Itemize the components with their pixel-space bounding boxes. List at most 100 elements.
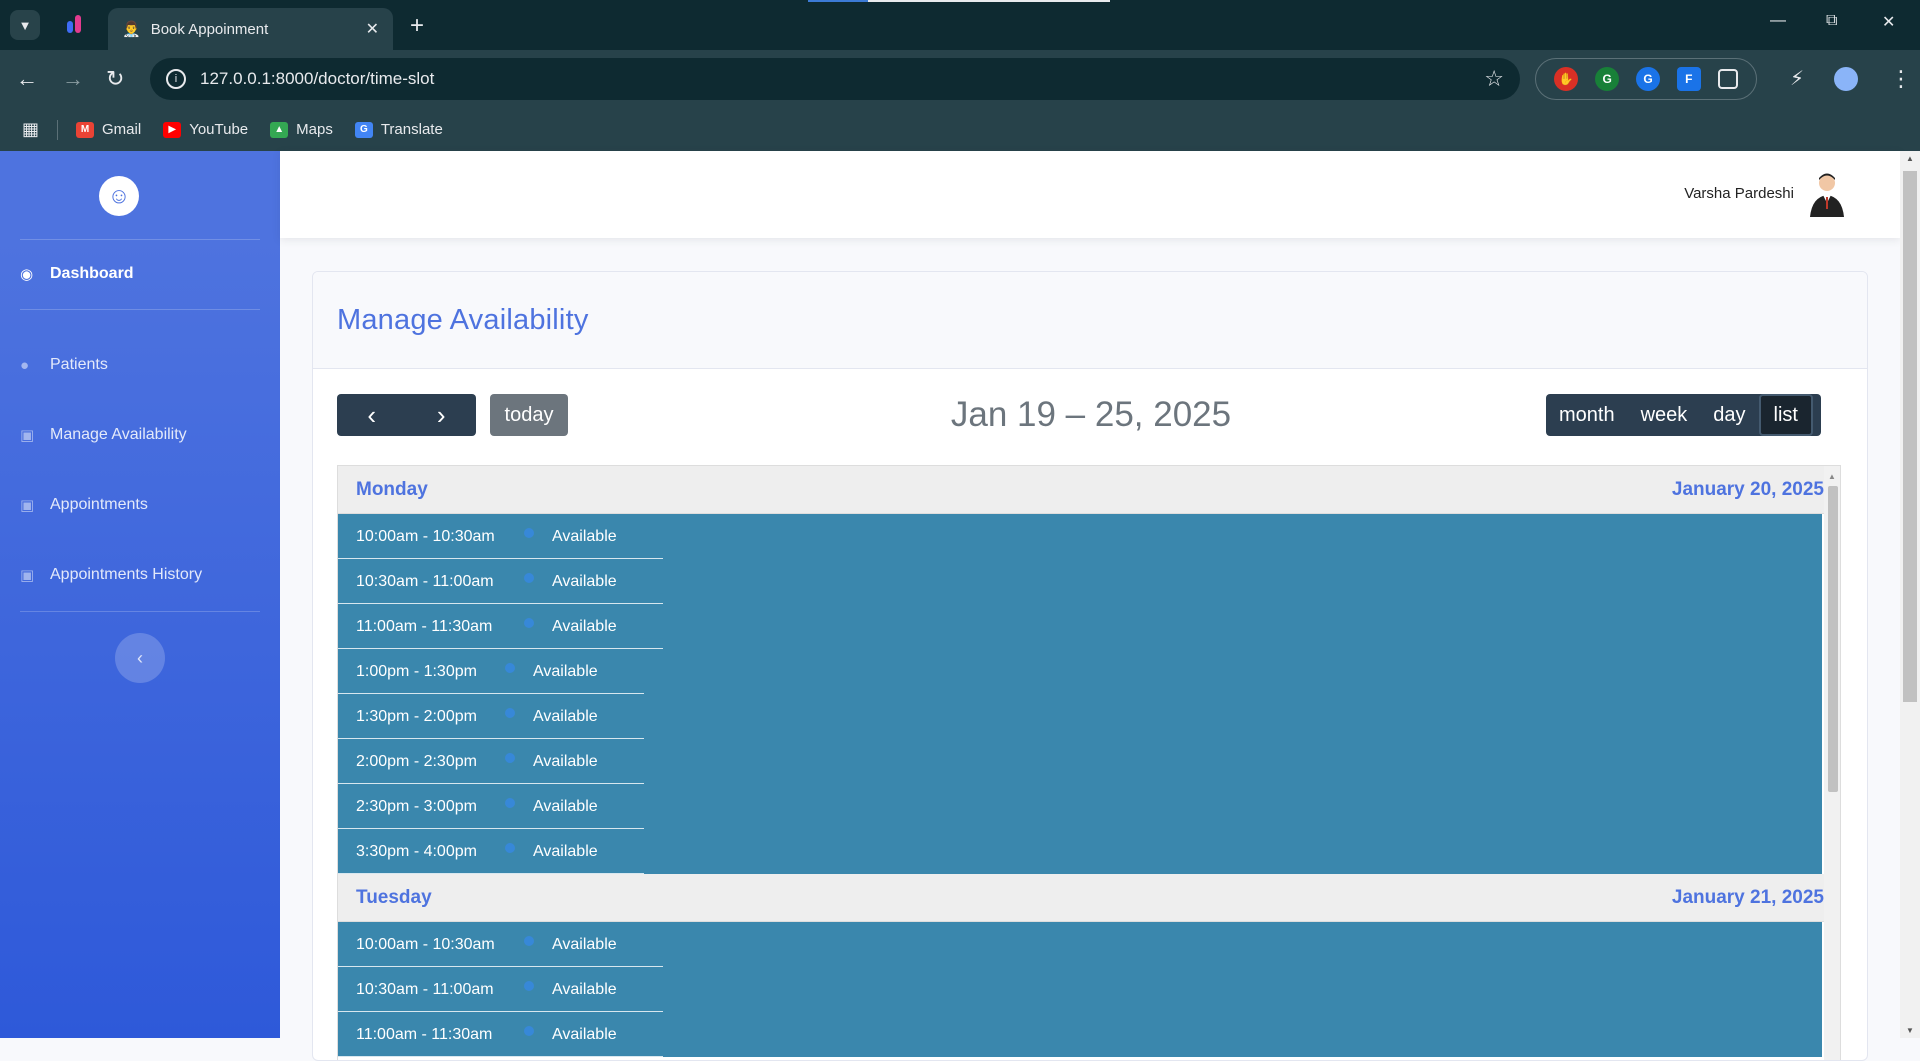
scroll-up-icon[interactable]: ▲ [1906,154,1914,163]
time-slot[interactable]: 1:30pm - 2:00pm Available [338,694,1822,739]
sidebar-divider [20,309,260,310]
time-slot[interactable]: 2:00pm - 2:30pm Available [338,739,1822,784]
sidebar-item-dashboard[interactable]: ◉ Dashboard [20,265,134,283]
slot-list-monday: 10:00am - 10:30am Available 10:30am - 11… [338,514,1822,874]
bookmark-label: Maps [296,121,333,138]
time-slot[interactable]: 1:00pm - 1:30pm Available [338,649,1822,694]
event-dot-icon [524,572,534,583]
calendar-icon: ▣ [20,567,35,584]
time-slot[interactable]: 10:00am - 10:30am Available [338,514,1822,559]
slot-time: 2:30pm - 3:00pm [356,797,477,815]
bookmark-translate[interactable]: G Translate [354,121,443,138]
time-slot[interactable]: 11:00am - 11:30am Available [338,1012,1822,1057]
scroll-up-icon[interactable]: ▲ [1828,472,1836,481]
time-slot[interactable]: 10:00am - 10:30am Available [338,922,1822,967]
time-slot[interactable]: 11:00am - 11:30am Available [338,604,1822,649]
browser-menu-icon[interactable]: ⋮ [1890,66,1912,92]
scroll-down-icon[interactable]: ▼ [1906,1026,1914,1035]
minimize-icon[interactable]: — [1770,12,1786,30]
time-slot[interactable]: 10:30am - 11:00am Available [338,559,1822,604]
day-header-tuesday: Tuesday January 21, 2025 [338,874,1840,922]
slot-status: Available [552,1025,617,1043]
forward-icon[interactable]: → [62,66,84,92]
tab-title: Book Appoinment [150,20,269,38]
slot-status: Available [533,842,598,860]
slot-status: Available [552,935,617,953]
slot-time: 10:00am - 10:30am [356,527,495,545]
reload-icon[interactable]: ↻ [106,66,124,92]
sidebar-item-label: Patients [50,356,108,373]
bookmarks-separator [57,119,59,140]
apps-grid-icon[interactable]: ▦ [22,119,39,140]
bookmark-star-icon[interactable]: ☆ [1484,66,1504,92]
close-window-icon[interactable]: ✕ [1882,12,1895,32]
back-icon[interactable]: ← [16,66,38,92]
page-scrollbar[interactable]: ▲ ▼ [1900,151,1920,1038]
profile-avatar-icon[interactable] [1834,67,1858,91]
address-bar[interactable]: i 127.0.0.1:8000/doctor/time-slot ☆ [150,58,1520,100]
chevron-left-icon: ‹ [137,647,143,668]
youtube-icon: ▶ [163,121,182,138]
brand-logo-icon[interactable]: ☺ [99,176,139,216]
calendar-toolbar: Jan 19 – 25, 2025 ‹ › today month week d… [337,394,1845,436]
slot-list-tuesday: 10:00am - 10:30am Available 10:30am - 11… [338,922,1822,1057]
list-scrollbar-thumb[interactable] [1828,486,1838,792]
restore-icon[interactable]: ⧉ [1826,12,1837,30]
user-avatar-icon[interactable] [1806,171,1848,217]
view-week-button[interactable]: week [1628,394,1701,436]
event-dot-icon [524,980,534,991]
close-tab-icon[interactable]: ✕ [366,19,379,39]
day-name[interactable]: Tuesday [356,887,432,909]
google-extension-icon[interactable]: G [1635,67,1660,91]
next-week-button[interactable]: › [407,394,477,436]
adblock-extension-icon[interactable]: ✋ [1554,67,1579,91]
day-date[interactable]: January 21, 2025 [1672,887,1824,909]
slot-time: 1:00pm - 1:30pm [356,662,477,680]
slot-status: Available [552,527,617,545]
calendar-nav-group: ‹ › [337,394,476,436]
sidebar-item-label: Appointments History [50,566,203,583]
browser-tab[interactable]: 👨‍⚕ Book Appoinment ✕ [108,8,393,50]
user-name[interactable]: Varsha Pardeshi [1684,185,1794,202]
font-extension-icon[interactable]: F [1676,67,1701,91]
list-scrollbar[interactable]: ▲ [1824,466,1840,1060]
site-info-icon[interactable]: i [166,69,186,89]
topbar: Varsha Pardeshi [280,151,1900,238]
performance-icon[interactable]: ⚡ [1790,66,1804,91]
tab-search-button[interactable]: ▼ [10,10,40,40]
browser-tab-bar: ▼ 👨‍⚕ Book Appoinment ✕ + — ⧉ ✕ [0,0,1920,50]
view-list-button[interactable]: list [1758,394,1813,436]
card-header: Manage Availability [313,272,1867,369]
url-text[interactable]: 127.0.0.1:8000/doctor/time-slot [200,69,1484,89]
time-slot[interactable]: 3:30pm - 4:00pm Available [338,829,1822,874]
bookmark-maps[interactable]: ▲ Maps [270,121,333,138]
time-slot[interactable]: 2:30pm - 3:00pm Available [338,784,1822,829]
day-date[interactable]: January 20, 2025 [1672,479,1824,501]
sidebar-item-patients[interactable]: ● Patients [20,356,108,374]
sidebar-item-appointments-history[interactable]: ▣ Appointments History [20,566,202,584]
loading-bar [808,0,1110,2]
app-logo-icon[interactable] [64,13,86,35]
slot-time: 10:30am - 11:00am [356,572,494,590]
day-name[interactable]: Monday [356,479,428,501]
view-day-button[interactable]: day [1700,394,1758,436]
event-dot-icon [524,527,534,538]
sidebar-item-appointments[interactable]: ▣ Appointments [20,496,148,514]
sidebar-toggle-button[interactable]: ‹ [115,633,165,683]
sidebar-item-manage-availability[interactable]: ▣ Manage Availability [20,426,187,444]
view-month-button[interactable]: month [1546,394,1628,436]
bookmark-youtube[interactable]: ▶ YouTube [163,121,248,138]
calendar-icon: ▣ [20,497,35,514]
event-dot-icon [505,842,515,853]
page-scrollbar-thumb[interactable] [1903,171,1917,702]
today-button[interactable]: today [490,394,568,436]
grammar-extension-icon[interactable]: G [1595,67,1620,91]
bookmark-gmail[interactable]: M Gmail [76,121,141,138]
new-tab-button[interactable]: + [410,12,424,40]
bookmarks-bar: ▦ M Gmail ▶ YouTube ▲ Maps G Translate [0,108,1920,151]
dashboard-icon: ◉ [20,266,34,283]
extensions-puzzle-icon[interactable] [1717,69,1738,89]
slot-time: 11:00am - 11:30am [356,1025,493,1043]
time-slot[interactable]: 10:30am - 11:00am Available [338,967,1822,1012]
prev-week-button[interactable]: ‹ [337,394,407,436]
